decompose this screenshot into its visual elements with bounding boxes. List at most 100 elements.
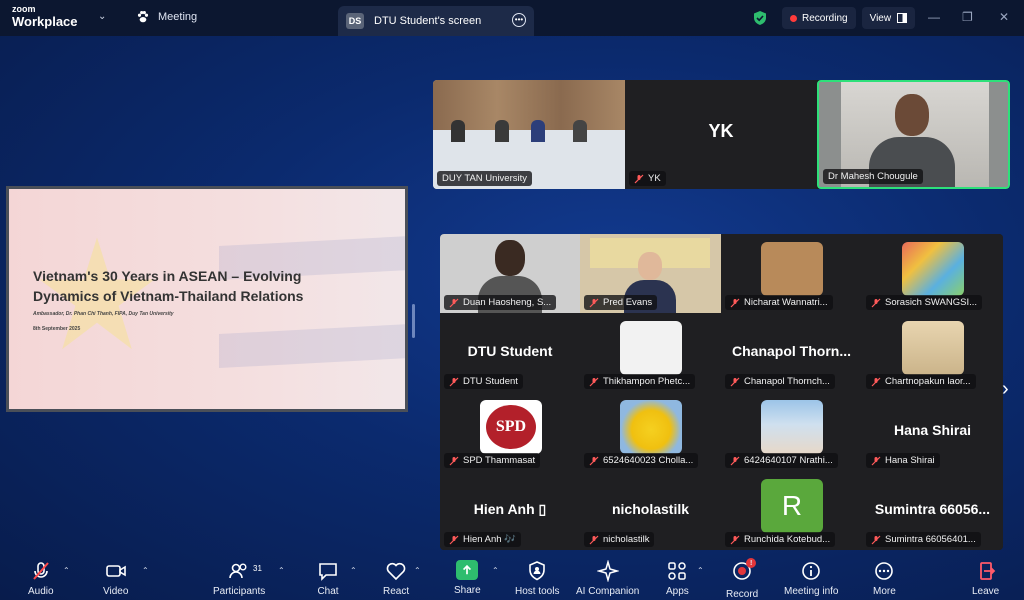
ai-companion-button[interactable]: AI Companion [576,560,639,597]
participant-name-text: Sumintra 66056401... [885,534,976,545]
meeting-info-button[interactable]: Meeting info [784,560,838,597]
split-view-handle[interactable] [412,304,415,338]
chat-bubble-icon [319,563,337,581]
video-tile-active-speaker[interactable]: Dr Mahesh Chougule [817,80,1010,189]
video-tile[interactable]: DTU Student DTU Student [440,313,580,392]
recording-label: Recording [802,12,848,24]
participant-name: Pred Evans [584,295,658,310]
video-tile[interactable]: nicholastilk nicholastilk [580,471,721,550]
participant-name: Chanapol Thornch... [725,374,835,389]
video-tile[interactable]: Hana Shirai Hana Shirai [862,392,1003,471]
participant-name: Chartnopakun laor... [866,374,976,389]
mic-muted-icon [589,456,599,465]
participant-display-name: nicholastilk [611,501,690,517]
share-options-chevron-icon[interactable]: ⌃ [492,566,499,575]
chevron-down-icon[interactable]: ⌄ [98,11,106,22]
participant-name-text: 6524640023 Cholla... [603,455,694,466]
encryption-shield-icon[interactable] [752,10,768,26]
video-tile[interactable]: 6524640023 Cholla... [580,392,721,471]
video-options-chevron-icon[interactable]: ⌃ [142,566,149,575]
video-tile[interactable]: Sumintra 66056... Sumintra 66056401... [862,471,1003,550]
person-head [638,252,662,280]
participant-name: Sorasich SWANGSI... [866,295,983,310]
record-label: Record [726,589,759,600]
video-tile[interactable]: Hien Anh ▯ Hien Anh 🎶 [440,471,580,550]
share-button[interactable]: Share [454,560,481,596]
video-tile[interactable]: DUY TAN University [433,80,625,189]
react-button[interactable]: React [383,560,409,597]
video-tile[interactable]: Pred Evans [580,234,721,313]
leave-label: Leave [972,586,1000,597]
mic-muted-icon [730,535,740,544]
apps-label: Apps [666,586,689,597]
minimize-icon[interactable]: — [928,10,940,24]
mic-muted-icon [871,456,881,465]
participant-display-name: Hien Anh ▯ [473,501,547,517]
slide-date: 8th September 2025 [33,326,81,332]
mic-muted-icon [589,535,599,544]
video-tile[interactable]: Nicharat Wannatri... [721,234,862,313]
participant-name: Hana Shirai [866,453,940,468]
person-figure [531,120,545,142]
video-tile[interactable]: Chanapol Thorn... Chanapol Thornch... [721,313,862,392]
video-tile[interactable]: SPD SPD Thammasat [440,392,580,471]
audio-options-chevron-icon[interactable]: ⌃ [63,566,70,575]
video-button[interactable]: Video [103,560,128,597]
chat-button[interactable]: Chat [317,560,339,597]
title-bar: zoom Workplace ⌄ Meeting DS DTU Student'… [0,0,1024,36]
heart-icon [386,562,406,581]
info-icon [802,562,821,580]
participant-name: Runchida Kotebud... [725,532,836,547]
mic-muted-icon [449,377,459,386]
more-options-icon[interactable]: ••• [512,13,526,27]
participant-name: YK [629,171,666,186]
tab-meeting-label: Meeting [158,11,198,23]
participants-count: 31 [253,564,262,573]
apps-button[interactable]: Apps [666,560,689,597]
participant-initials: YK [708,121,734,142]
participant-name-text: Nicharat Wannatri... [744,297,828,308]
video-tile[interactable]: Chartnopakun laor... [862,313,1003,392]
react-options-chevron-icon[interactable]: ⌃ [414,566,421,575]
recording-indicator[interactable]: Recording [782,7,856,29]
audio-label: Audio [28,586,54,597]
view-layout-icon [897,13,908,23]
record-button[interactable]: ! Record [726,558,759,600]
participant-name-text: Chanapol Thornch... [744,376,830,387]
view-label: View [869,12,892,24]
participant-name: Nicharat Wannatri... [725,295,833,310]
chat-options-chevron-icon[interactable]: ⌃ [350,566,357,575]
restore-icon[interactable]: ❐ [962,10,973,24]
slide-title: Vietnam's 30 Years in ASEAN – Evolving D… [33,268,304,304]
video-tile[interactable]: YK YK [625,80,817,189]
video-tile[interactable]: Thikhampon Phetc... [580,313,721,392]
participant-name-text: 6424640107 Nrathi... [744,455,833,466]
participant-avatar: SPD [480,400,542,454]
participant-avatar [761,242,823,296]
more-button[interactable]: More [873,560,896,597]
slide-subtitle: Ambassador, Dr. Phan Chi Thanh, FIPA, Du… [33,311,174,317]
mic-muted-icon [871,377,881,386]
video-tile[interactable]: 6424640107 Nrathi... [721,392,862,471]
recording-dot-icon [790,14,797,22]
video-tile[interactable]: Sorasich SWANGSI... [862,234,1003,313]
participant-name-text: Thikhampon Phetc... [603,376,691,387]
tab-meeting[interactable]: Meeting [136,10,197,24]
audio-button[interactable]: Audio [28,560,54,597]
video-camera-icon [105,565,126,577]
host-tools-button[interactable]: Host tools [515,560,559,597]
participant-name: DUY TAN University [437,171,532,186]
participants-options-chevron-icon[interactable]: ⌃ [278,566,285,575]
shared-screen-slide[interactable]: Vietnam's 30 Years in ASEAN – Evolving D… [6,186,408,412]
host-tools-label: Host tools [515,586,560,597]
next-page-arrow-icon[interactable]: › [1002,378,1009,401]
person-figure [573,120,587,142]
close-icon[interactable]: ✕ [999,10,1009,24]
mic-muted-icon [589,298,599,307]
video-tile[interactable]: Duan Haosheng, S... [440,234,580,313]
video-tile[interactable]: R Runchida Kotebud... [721,471,862,550]
leave-button[interactable]: Leave [972,560,999,597]
tab-shared-screen[interactable]: DS DTU Student's screen ••• [338,6,534,36]
apps-options-chevron-icon[interactable]: ⌃ [697,566,704,575]
view-button[interactable]: View [861,7,916,29]
